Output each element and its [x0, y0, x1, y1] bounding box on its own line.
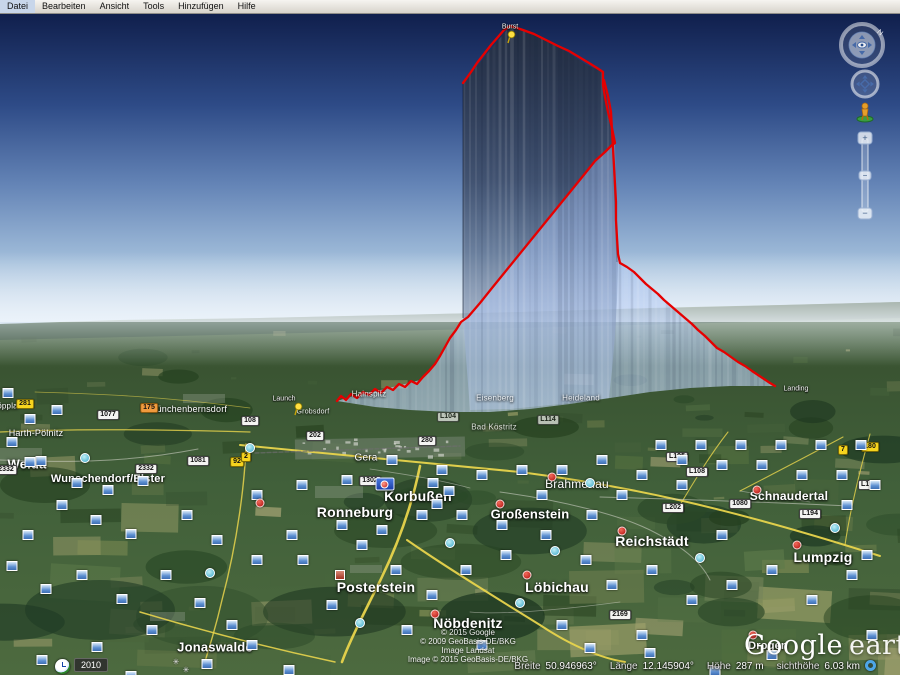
menu-item-datei[interactable]: Datei [0, 0, 35, 13]
menu-item-hilfe[interactable]: Hilfe [231, 0, 263, 13]
look-joystick[interactable]: N [841, 24, 884, 66]
google-earth-window: DateiBearbeitenAnsichtToolsHinzufügenHil… [0, 0, 900, 675]
svg-text:−: − [863, 171, 868, 180]
eye-altitude-value: 6.03 km [824, 661, 860, 672]
svg-text:+: + [862, 133, 867, 143]
move-joystick[interactable] [852, 71, 878, 97]
attribution-line: © 2009 GeoBasis-DE/BKG [408, 637, 528, 646]
longitude-value: 12.145904° [643, 661, 694, 672]
menu-item-hinzufgen[interactable]: Hinzufügen [171, 0, 231, 13]
eye-altitude-label: sichthöhe [777, 661, 820, 672]
svg-text:−: − [862, 208, 867, 218]
zoom-slider[interactable]: + − − [858, 132, 872, 219]
attribution-line: © 2015 Google [408, 628, 528, 637]
menu-bar: DateiBearbeitenAnsichtToolsHinzufügenHil… [0, 0, 900, 14]
earth-viewport[interactable]: WeidaWunschendorf/ElsterHarth-PölnitzTöp… [0, 13, 900, 675]
brand-earth: earth [849, 630, 900, 661]
menu-item-tools[interactable]: Tools [136, 0, 171, 13]
latitude-value: 50.946963° [546, 661, 597, 672]
navigation-controls[interactable]: N + [834, 20, 894, 230]
elevation-value: 287 m [736, 661, 764, 672]
brand-google: Google [744, 630, 843, 661]
latitude-label: Breite [514, 661, 540, 672]
elevation-label: Höhe [707, 661, 731, 672]
menu-item-bearbeiten[interactable]: Bearbeiten [35, 0, 93, 13]
status-bar: Breite 50.946963° Länge 12.145904° Höhe 287… [514, 661, 860, 672]
terrain-3d-scene[interactable] [0, 13, 900, 675]
street-view-pegman[interactable] [857, 103, 873, 122]
streaming-indicator [865, 660, 876, 671]
attribution-line: Image © 2015 GeoBasis-DE/BKG [408, 655, 528, 664]
historical-imagery-clock-icon[interactable] [55, 659, 70, 674]
copyright-attribution: © 2015 Google© 2009 GeoBasis-DE/BKGImage… [408, 628, 528, 664]
longitude-label: Länge [610, 661, 638, 672]
google-earth-watermark: Googleearth [744, 630, 900, 661]
attribution-line: Image Landsat [408, 646, 528, 655]
imagery-date-chip[interactable]: 2010 [74, 658, 108, 672]
menu-item-ansicht[interactable]: Ansicht [93, 0, 137, 13]
